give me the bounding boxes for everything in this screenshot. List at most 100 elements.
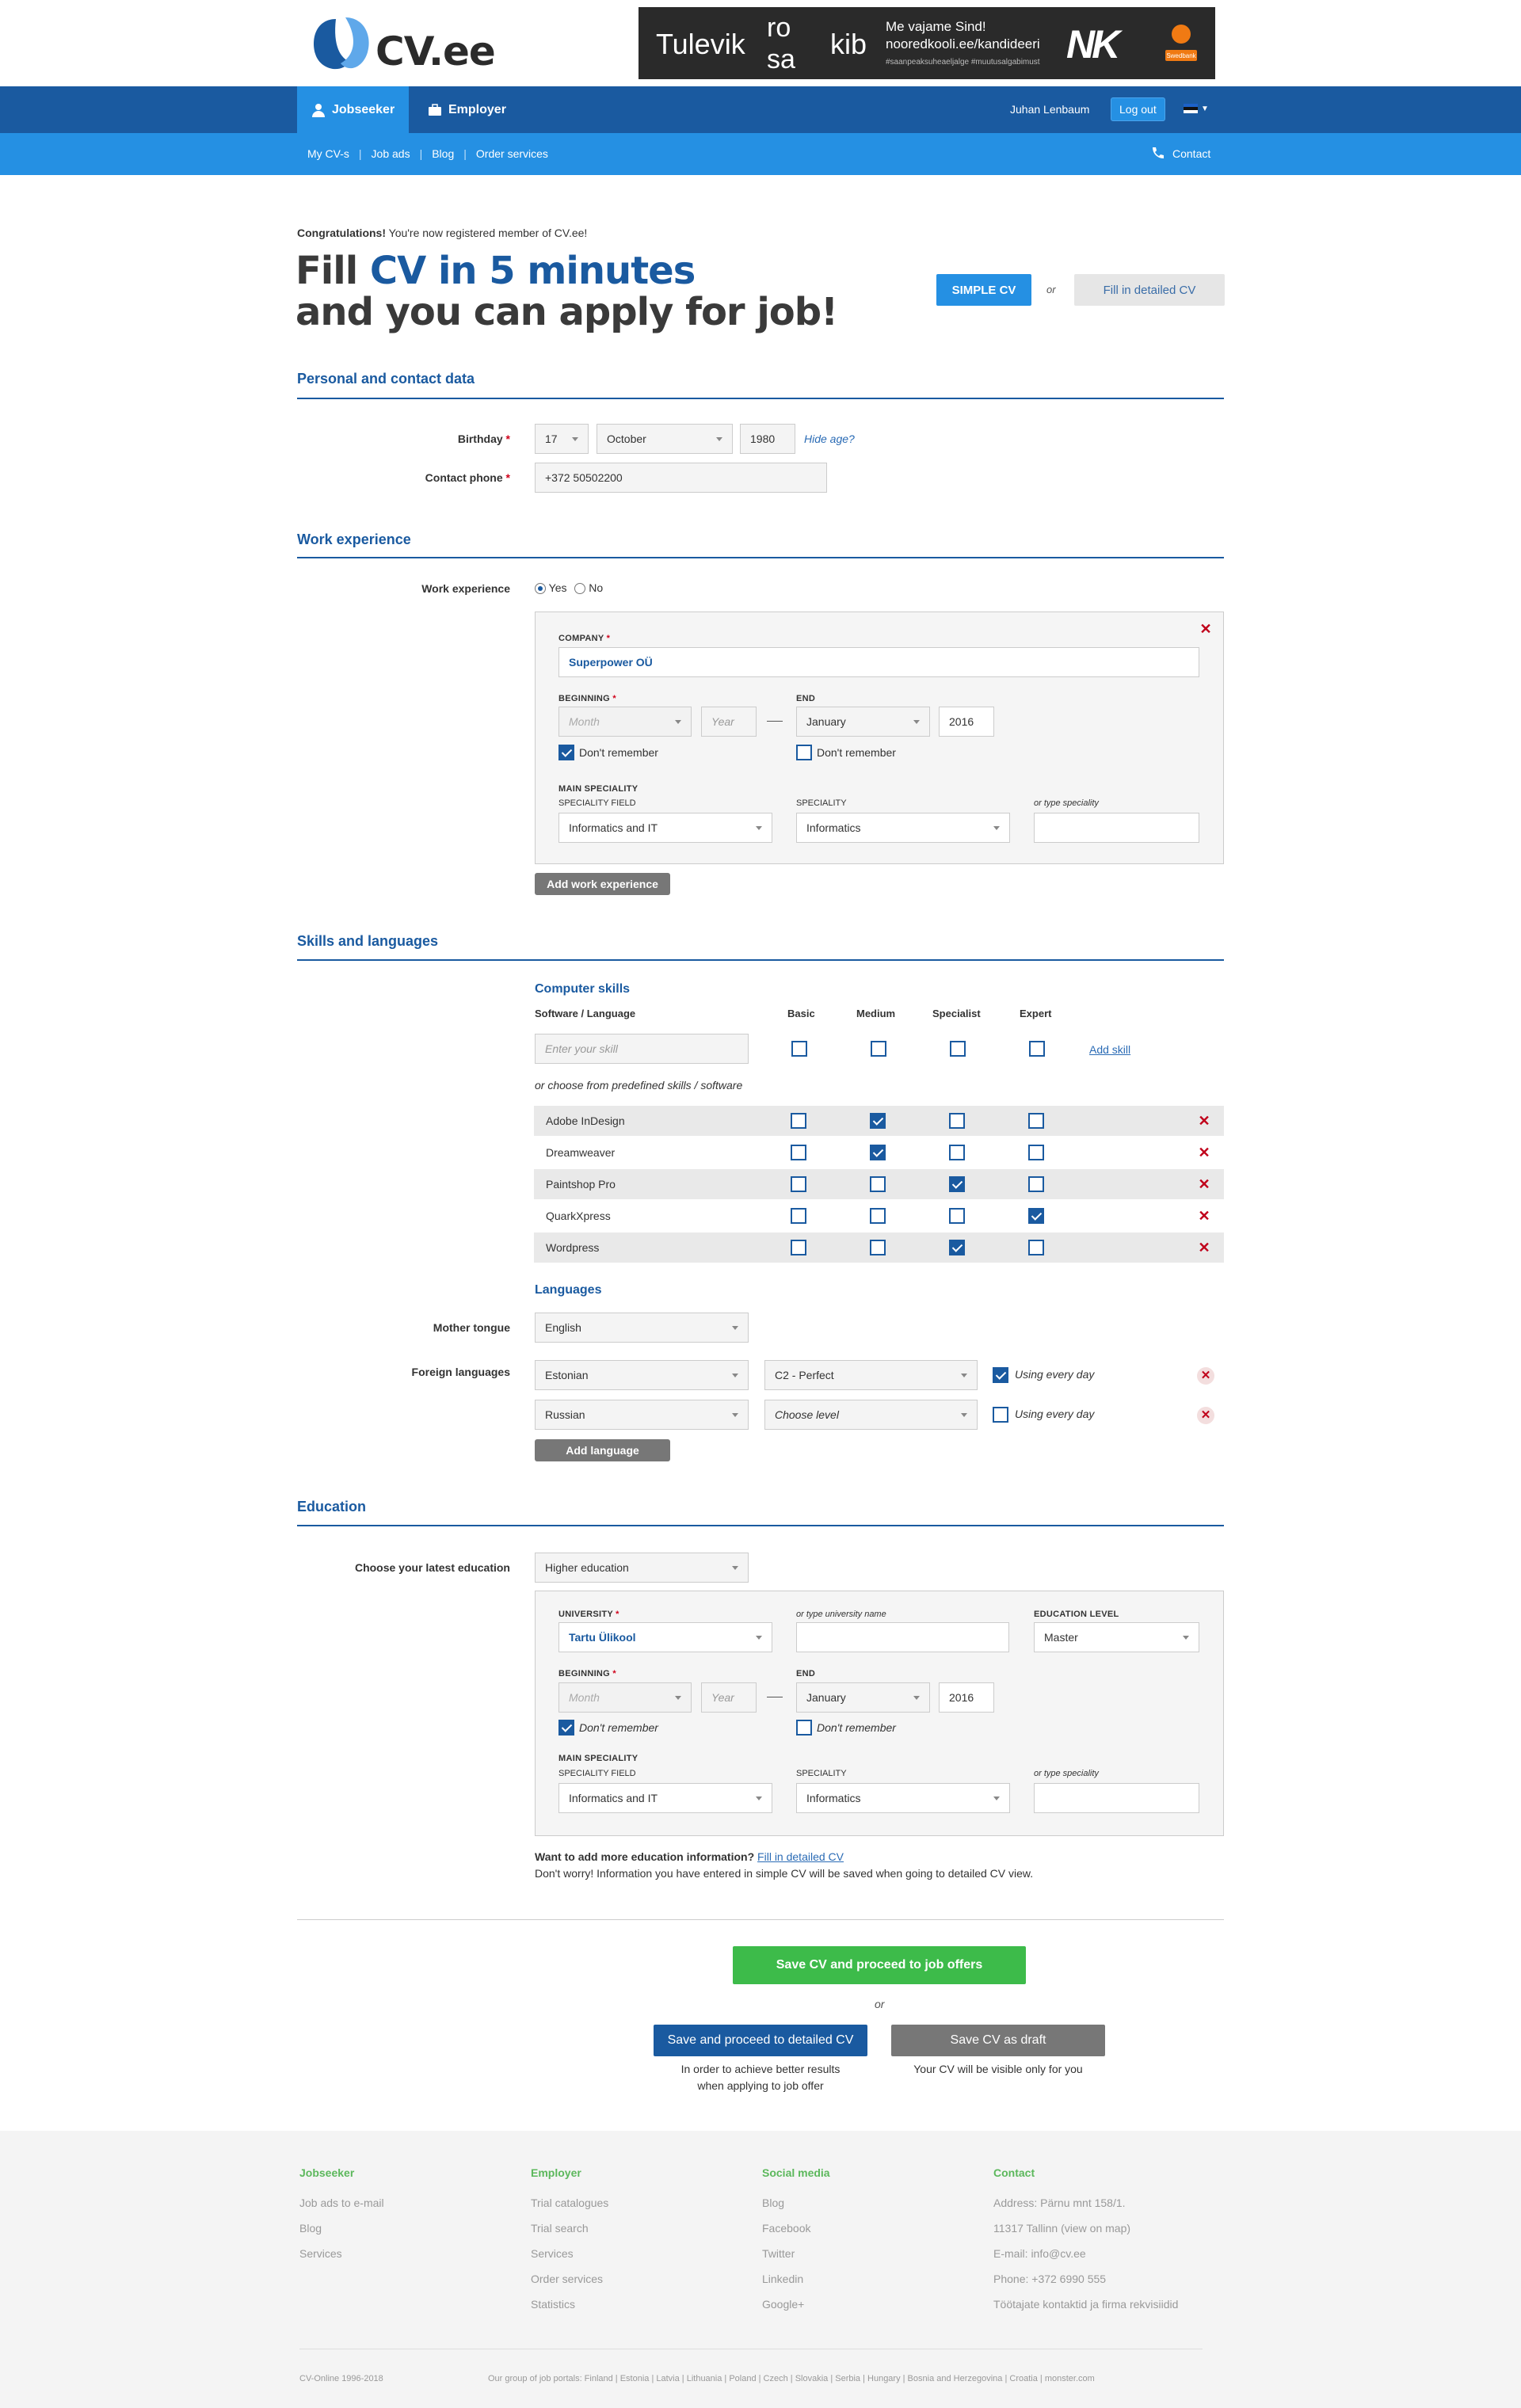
footer-link[interactable]: Services: [531, 2247, 608, 2260]
speciality-field-select[interactable]: Informatics and IT: [558, 813, 772, 843]
footer-link[interactable]: Job ads to e-mail: [299, 2197, 384, 2209]
skill-medium-checkbox[interactable]: [870, 1208, 886, 1224]
beginning-month-select[interactable]: Month: [558, 707, 692, 737]
beginning-dont-remember-checkbox[interactable]: [558, 745, 574, 760]
foreign-level-select[interactable]: Choose level: [764, 1400, 978, 1430]
skill-medium-checkbox[interactable]: [870, 1145, 886, 1160]
skill-basic-checkbox[interactable]: [791, 1113, 806, 1129]
speciality-select[interactable]: Informatics: [796, 1783, 1010, 1813]
remove-language-icon[interactable]: ✕: [1197, 1367, 1214, 1385]
save-draft-button[interactable]: Save CV as draft: [891, 2025, 1105, 2056]
skill-specialist-checkbox[interactable]: [949, 1240, 965, 1255]
contact-link[interactable]: Contact: [1150, 147, 1210, 161]
new-skill-specialist-checkbox[interactable]: [950, 1041, 966, 1057]
skill-expert-checkbox[interactable]: [1028, 1145, 1044, 1160]
logo-text[interactable]: CV.ee: [375, 29, 496, 74]
footer-link[interactable]: Address: Pärnu mnt 158/1.: [993, 2197, 1178, 2209]
skill-basic-checkbox[interactable]: [791, 1208, 806, 1224]
footer-link[interactable]: Google+: [762, 2298, 830, 2311]
new-skill-basic-checkbox[interactable]: [791, 1041, 807, 1057]
skill-expert-checkbox[interactable]: [1028, 1240, 1044, 1255]
language-selector[interactable]: ▼: [1184, 104, 1209, 113]
skill-specialist-checkbox[interactable]: [949, 1208, 965, 1224]
birthday-year-input[interactable]: 1980: [740, 424, 795, 454]
footer-link[interactable]: Order services: [531, 2273, 608, 2285]
subnav-my-cvs[interactable]: My CV-s: [307, 147, 349, 160]
footer-link[interactable]: Blog: [299, 2222, 384, 2235]
logout-button[interactable]: Log out: [1111, 97, 1165, 121]
add-language-button[interactable]: Add language: [535, 1439, 670, 1461]
education-select[interactable]: Higher education: [535, 1553, 749, 1583]
using-every-day-checkbox[interactable]: [993, 1407, 1008, 1423]
skill-basic-checkbox[interactable]: [791, 1240, 806, 1255]
skill-basic-checkbox[interactable]: [791, 1176, 806, 1192]
tab-employer[interactable]: Employer: [414, 86, 520, 133]
enter-skill-input[interactable]: Enter your skill: [535, 1034, 749, 1064]
type-speciality-input[interactable]: [1034, 813, 1199, 843]
user-name[interactable]: Juhan Lenbaum: [1010, 103, 1089, 116]
add-work-experience-button[interactable]: Add work experience: [535, 873, 670, 895]
university-select[interactable]: Tartu Ülikool: [558, 1622, 772, 1652]
beginning-dont-remember-checkbox[interactable]: [558, 1720, 574, 1736]
remove-language-icon[interactable]: ✕: [1197, 1407, 1214, 1424]
save-and-proceed-button[interactable]: Save CV and proceed to job offers: [733, 1946, 1026, 1984]
skill-medium-checkbox[interactable]: [870, 1240, 886, 1255]
skill-specialist-checkbox[interactable]: [949, 1145, 965, 1160]
end-month-select[interactable]: January: [796, 707, 930, 737]
end-dont-remember-checkbox[interactable]: [796, 745, 812, 760]
footer-link[interactable]: Blog: [762, 2197, 830, 2209]
foreign-language-select[interactable]: Estonian: [535, 1360, 749, 1390]
footer-link[interactable]: Twitter: [762, 2247, 830, 2260]
detailed-cv-link[interactable]: Fill in detailed CV: [757, 1850, 844, 1863]
end-dont-remember-checkbox[interactable]: [796, 1720, 812, 1736]
end-year-input[interactable]: 2016: [939, 707, 994, 737]
add-skill-link[interactable]: Add skill: [1089, 1043, 1130, 1056]
ad-banner[interactable]: Tulevik ro sa kib Me vajame Sind! nooredko…: [639, 7, 1215, 79]
cv-logo-icon[interactable]: [309, 14, 375, 74]
speciality-select[interactable]: Informatics: [796, 813, 1010, 843]
save-detailed-cv-button[interactable]: Save and proceed to detailed CV: [654, 2025, 867, 2056]
simple-cv-button[interactable]: SIMPLE CV: [936, 274, 1031, 306]
no-radio[interactable]: [574, 583, 586, 595]
remove-skill-icon[interactable]: ✕: [1197, 1114, 1211, 1128]
skill-specialist-checkbox[interactable]: [949, 1176, 965, 1192]
footer-link[interactable]: Phone: +372 6990 555: [993, 2273, 1178, 2285]
beginning-year-input[interactable]: Year: [701, 1682, 757, 1713]
skill-expert-checkbox[interactable]: [1028, 1176, 1044, 1192]
type-speciality-input[interactable]: [1034, 1783, 1199, 1813]
remove-skill-icon[interactable]: ✕: [1197, 1177, 1211, 1191]
end-year-input[interactable]: 2016: [939, 1682, 994, 1713]
birthday-day-select[interactable]: 17: [535, 424, 589, 454]
skill-expert-checkbox[interactable]: [1028, 1208, 1044, 1224]
speciality-field-select[interactable]: Informatics and IT: [558, 1783, 772, 1813]
subnav-job-ads[interactable]: Job ads: [372, 147, 410, 160]
remove-skill-icon[interactable]: ✕: [1197, 1209, 1211, 1223]
skill-basic-checkbox[interactable]: [791, 1145, 806, 1160]
new-skill-expert-checkbox[interactable]: [1029, 1041, 1045, 1057]
skill-medium-checkbox[interactable]: [870, 1113, 886, 1129]
foreign-language-select[interactable]: Russian: [535, 1400, 749, 1430]
skill-specialist-checkbox[interactable]: [949, 1113, 965, 1129]
footer-link[interactable]: Statistics: [531, 2298, 608, 2311]
footer-group-portals[interactable]: Our group of job portals: Finland | Esto…: [488, 2374, 1095, 2383]
subnav-blog[interactable]: Blog: [432, 147, 454, 160]
footer-link[interactable]: Facebook: [762, 2222, 830, 2235]
end-month-select[interactable]: January: [796, 1682, 930, 1713]
phone-input[interactable]: +372 50502200: [535, 463, 827, 493]
footer-link[interactable]: Services: [299, 2247, 384, 2260]
footer-link[interactable]: E-mail: info@cv.ee: [993, 2247, 1178, 2260]
birthday-month-select[interactable]: October: [597, 424, 733, 454]
remove-skill-icon[interactable]: ✕: [1197, 1145, 1211, 1160]
yes-radio[interactable]: [535, 583, 546, 595]
type-university-input[interactable]: [796, 1622, 1009, 1652]
education-level-select[interactable]: Master: [1034, 1622, 1199, 1652]
subnav-order-services[interactable]: Order services: [476, 147, 548, 160]
footer-link[interactable]: 11317 Tallinn (view on map): [993, 2222, 1178, 2235]
footer-link[interactable]: Töötajate kontaktid ja firma rekvisiidid: [993, 2298, 1178, 2311]
using-every-day-checkbox[interactable]: [993, 1367, 1008, 1383]
footer-link[interactable]: Trial search: [531, 2222, 608, 2235]
beginning-month-select[interactable]: Month: [558, 1682, 692, 1713]
mother-tongue-select[interactable]: English: [535, 1313, 749, 1343]
hide-age-link[interactable]: Hide age?: [804, 432, 855, 445]
tab-jobseeker[interactable]: Jobseeker: [297, 86, 410, 133]
